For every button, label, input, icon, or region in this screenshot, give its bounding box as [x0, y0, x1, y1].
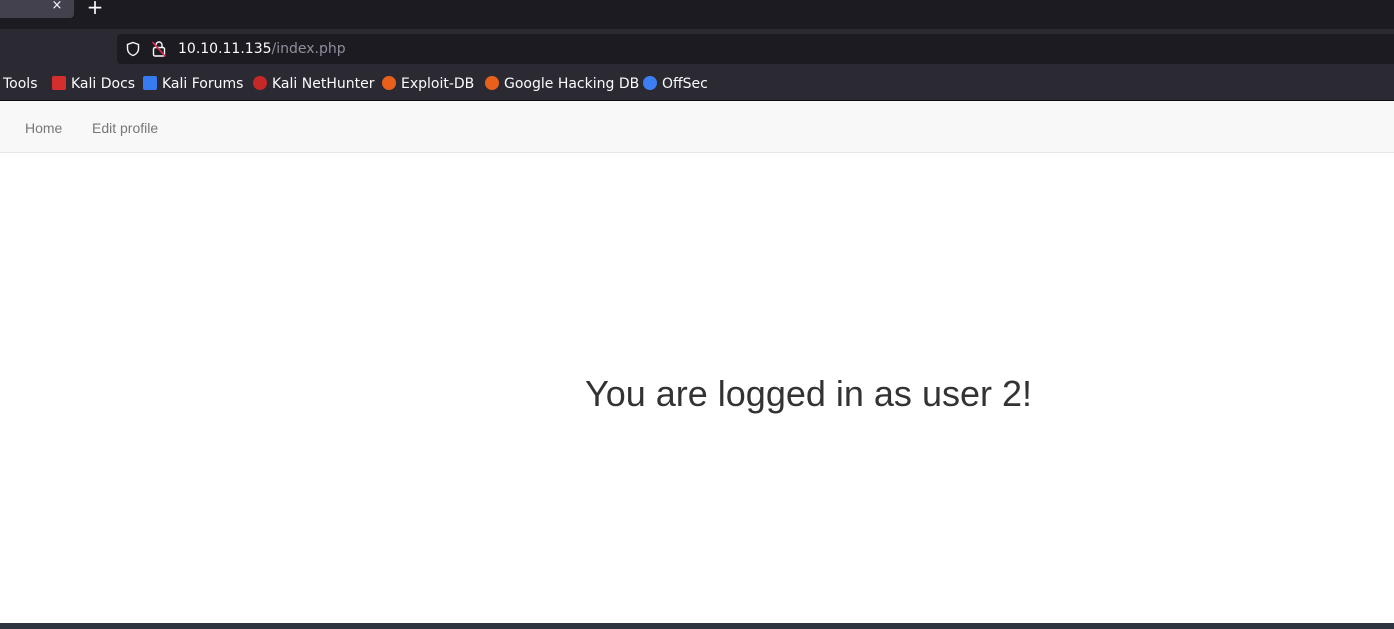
- offsec-icon: [643, 76, 657, 90]
- kali-nethunter-icon: [253, 76, 267, 90]
- new-tab-button[interactable]: +: [86, 0, 104, 18]
- bottom-edge-bar: [0, 623, 1394, 629]
- browser-tab[interactable]: ×: [0, 0, 74, 18]
- bookmarks-toolbar: Tools Kali Docs Kali Forums Kali NetHunt…: [0, 68, 1394, 101]
- tracking-protection-shield-icon[interactable]: [125, 41, 141, 57]
- close-tab-icon[interactable]: ×: [50, 0, 64, 14]
- bookmark-kali-forums[interactable]: Kali Forums: [143, 75, 243, 93]
- exploit-db-icon: [382, 76, 396, 90]
- bookmark-tools[interactable]: Tools: [3, 75, 38, 93]
- bookmark-kali-docs[interactable]: Kali Docs: [52, 75, 135, 93]
- bookmark-label: OffSec: [662, 76, 708, 92]
- bookmark-label: Kali Docs: [71, 76, 136, 92]
- bookmark-label: Google Hacking DB: [504, 76, 640, 92]
- url-path: /index.php: [271, 41, 346, 57]
- nav-home-link[interactable]: Home: [25, 119, 62, 137]
- bookmark-label: Kali NetHunter: [272, 76, 375, 92]
- kali-docs-icon: [52, 76, 66, 90]
- ghdb-icon: [485, 76, 499, 90]
- url-host: 10.10.11.135: [178, 41, 272, 57]
- navigation-toolbar: 10.10.11.135/index.php: [0, 29, 1394, 68]
- login-status-message: You are logged in as user 2!: [585, 373, 1032, 414]
- bookmark-kali-nethunter[interactable]: Kali NetHunter: [253, 75, 374, 93]
- address-bar[interactable]: 10.10.11.135/index.php: [117, 34, 1394, 64]
- bookmark-label: Tools: [3, 76, 38, 92]
- bookmark-label: Exploit-DB: [401, 76, 475, 92]
- insecure-lock-icon[interactable]: [151, 40, 167, 58]
- tab-strip: × +: [0, 0, 1394, 29]
- nav-edit-profile-link[interactable]: Edit profile: [92, 119, 158, 137]
- bookmark-offsec[interactable]: OffSec: [643, 75, 708, 93]
- site-navbar: Home Edit profile: [0, 101, 1394, 153]
- bookmark-exploit-db[interactable]: Exploit-DB: [382, 75, 474, 93]
- url-text[interactable]: 10.10.11.135/index.php: [178, 40, 346, 58]
- kali-forums-icon: [143, 76, 157, 90]
- bookmark-google-hacking-db[interactable]: Google Hacking DB: [485, 75, 639, 93]
- bookmark-label: Kali Forums: [162, 76, 244, 92]
